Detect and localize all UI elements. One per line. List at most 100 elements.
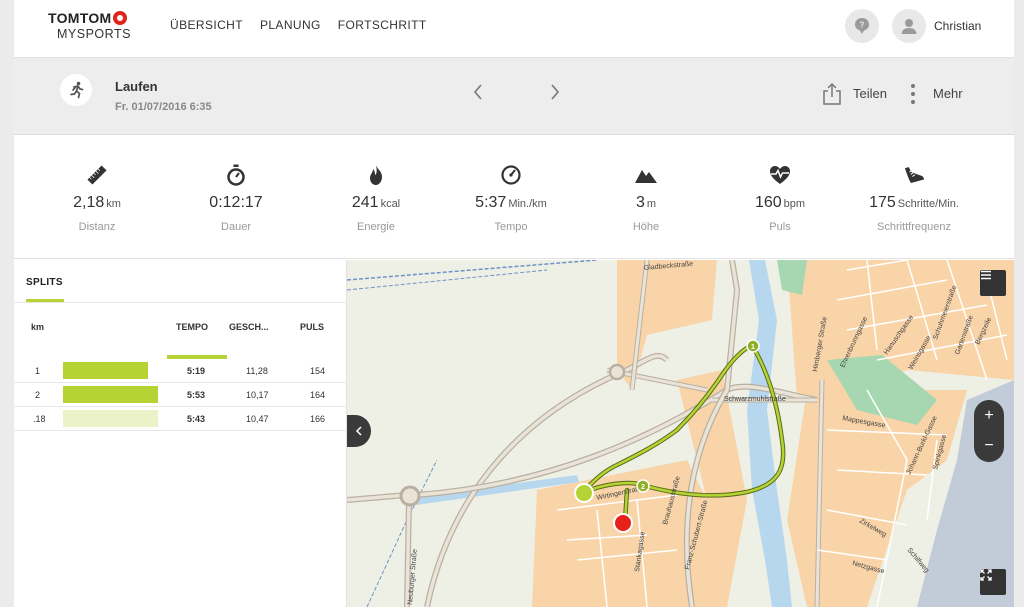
chevron-left-icon <box>355 426 362 436</box>
logo-brand: TOMTOM <box>48 10 112 26</box>
avatar[interactable] <box>892 9 926 43</box>
split-km: 2 <box>35 390 41 400</box>
stat-pace-value: 5:37 <box>475 194 507 211</box>
activity-title: Laufen <box>115 79 158 94</box>
stat-cadence-value: 175 <box>869 194 896 211</box>
more-button[interactable]: Mehr <box>933 86 963 101</box>
stat-duration: 0:12:17 Dauer <box>166 135 306 233</box>
stat-distance-value: 2,18 <box>73 194 105 211</box>
stat-distance-unit: km <box>106 198 121 210</box>
main-nav: ÜBERSICHT PLANUNG FORTSCHRITT <box>170 18 427 32</box>
fullscreen-button[interactable] <box>980 569 1006 595</box>
stat-elevation-label: Höhe <box>632 221 660 233</box>
heart-rate-icon <box>770 166 790 184</box>
stopwatch-icon <box>227 164 245 186</box>
stat-energy: 241 kcal Energie <box>306 135 446 233</box>
split-marker-2-label: 2 <box>641 484 645 491</box>
stat-elevation-value: 3 <box>635 194 645 211</box>
share-button[interactable]: Teilen <box>853 86 887 101</box>
start-marker[interactable] <box>574 483 594 503</box>
user-icon <box>901 19 917 34</box>
activity-type-badge <box>60 74 92 106</box>
stat-pace-unit: Min./km <box>508 198 547 210</box>
activity-stats: 2,18 km Distanz 0:12:17 Dauer 241 kcal Ene… <box>14 135 1014 259</box>
split-pulse: 166 <box>310 414 326 424</box>
nav-item-overview[interactable]: ÜBERSICHT <box>170 18 243 32</box>
split-tempo: 5:43 <box>187 414 206 424</box>
stat-energy-unit: kcal <box>380 198 401 210</box>
map-canvas: Gladbeckstraße Schwarzmuhlstraße Wirting… <box>347 260 1014 607</box>
finish-marker[interactable] <box>613 513 633 533</box>
zoom-out-button[interactable]: − <box>974 431 1004 461</box>
stat-distance: 2,18 km Distanz <box>27 135 167 233</box>
table-row[interactable]: 2 5:53 10,17 164 <box>14 383 347 407</box>
tomtom-mysports-logo[interactable]: TOMTOM MYSPORTS <box>48 10 131 41</box>
help-button[interactable]: ? <box>845 9 879 43</box>
stat-distance-label: Distanz <box>78 221 116 233</box>
zoom-in-button[interactable]: + <box>974 401 1004 431</box>
split-marker-1-label: 1 <box>751 344 755 351</box>
logo-dot-icon <box>112 11 127 25</box>
table-row[interactable]: .18 5:43 10,47 166 <box>14 407 347 431</box>
col-header-pulse[interactable]: PULS <box>300 322 324 332</box>
stat-pace-label: Tempo <box>494 221 528 233</box>
split-tempo: 5:19 <box>187 366 206 376</box>
shoe-icon <box>904 167 925 184</box>
ruler-icon <box>87 165 107 185</box>
street-label: Schwarzmuhlstraße <box>724 396 786 403</box>
split-marker-2[interactable]: 2 <box>636 479 650 493</box>
expand-icon <box>980 569 992 581</box>
map-layers-button[interactable] <box>980 270 1006 296</box>
col-header-km[interactable]: km <box>31 322 44 332</box>
tab-splits[interactable]: SPLITS <box>26 277 63 288</box>
split-km: 1 <box>35 366 41 376</box>
stat-cadence-unit: Schritte/Min. <box>897 198 959 210</box>
split-tempo: 5:53 <box>187 390 206 400</box>
stat-heart-rate: 160 bpm Puls <box>710 135 850 233</box>
col-header-speed[interactable]: GESCH... <box>229 322 269 332</box>
activity-date: Fr. 01/07/2016 6:35 <box>115 101 212 113</box>
nav-item-progress[interactable]: FORTSCHRITT <box>338 18 427 32</box>
split-pace-bar <box>63 410 158 427</box>
col-header-tempo[interactable]: TEMPO <box>176 322 208 332</box>
stat-energy-label: Energie <box>357 221 395 233</box>
split-pulse: 154 <box>310 366 326 376</box>
mountain-icon <box>635 170 657 183</box>
flame-icon <box>370 165 382 185</box>
previous-activity-icon[interactable] <box>472 82 484 102</box>
next-activity-icon[interactable] <box>549 82 561 102</box>
nav-item-planning[interactable]: PLANUNG <box>260 18 321 32</box>
splits-panel: SPLITS km TEMPO GESCH... PULS 1 5:19 11,… <box>14 260 347 607</box>
split-speed: 10,47 <box>246 414 269 424</box>
share-icon[interactable] <box>821 82 843 106</box>
split-speed: 11,28 <box>246 366 268 376</box>
top-navigation: TOMTOM MYSPORTS ÜBERSICHT PLANUNG FORTSC… <box>14 0 1014 58</box>
stat-heart-rate-unit: bpm <box>783 198 806 210</box>
stat-cadence: 175 Schritte/Min. Schrittfrequenz <box>844 135 984 233</box>
split-speed: 10,17 <box>246 390 269 400</box>
split-pace-bar <box>63 362 149 379</box>
stat-energy-value: 241 <box>351 194 379 211</box>
stat-elevation-unit: m <box>646 198 657 210</box>
stat-heart-rate-label: Puls <box>769 221 791 233</box>
logo-sub: MYSPORTS <box>57 27 131 41</box>
splits-divider <box>14 302 347 303</box>
stat-heart-rate-value: 160 <box>754 194 782 211</box>
split-pulse: 164 <box>310 390 326 400</box>
route-map[interactable]: Gladbeckstraße Schwarzmuhlstraße Wirting… <box>347 260 1014 607</box>
split-km: .18 <box>33 414 46 424</box>
split-marker-1[interactable]: 1 <box>746 339 760 353</box>
svg-text:?: ? <box>860 21 865 30</box>
app-frame: TOMTOM MYSPORTS ÜBERSICHT PLANUNG FORTSC… <box>14 0 1014 607</box>
stat-cadence-label: Schrittfrequenz <box>877 221 951 233</box>
user-name[interactable]: Christian <box>934 19 981 33</box>
more-vertical-icon[interactable] <box>910 83 916 105</box>
speedometer-icon <box>501 165 521 185</box>
stat-duration-label: Dauer <box>221 221 251 233</box>
table-row[interactable]: 1 5:19 11,28 154 <box>14 359 347 383</box>
stat-duration-value: 0:12:17 <box>209 194 263 211</box>
stat-elevation: 3m Höhe <box>576 135 716 233</box>
menu-icon <box>981 270 991 280</box>
stat-pace: 5:37 Min./km Tempo <box>441 135 581 233</box>
zoom-control: + − <box>974 400 1004 462</box>
